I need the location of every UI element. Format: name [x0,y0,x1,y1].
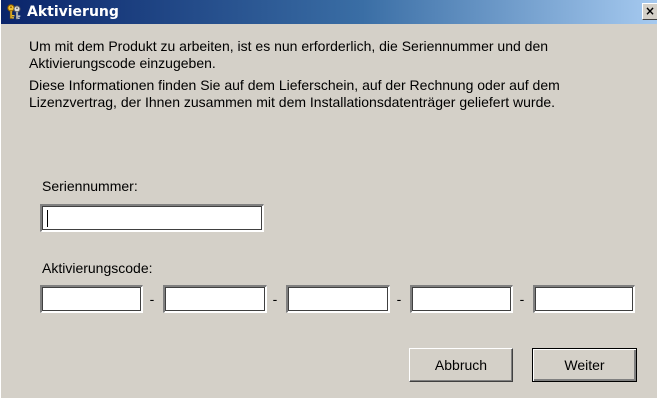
activation-code-segment-3[interactable] [286,285,390,313]
activation-code-segment-5[interactable] [533,285,635,313]
intro-text-line-4: Lizenzvertrag, der Ihnen zusammen mit de… [29,94,556,110]
activation-code-segment-2[interactable] [163,285,267,313]
keys-icon [5,3,23,21]
text-caret [47,210,48,227]
cancel-button[interactable]: Abbruch [409,348,513,382]
close-icon: × [644,4,656,18]
segment-separator: - [519,291,525,307]
intro-text-line-2: Aktivierungscode einzugeben. [29,55,216,71]
activation-dialog: Aktivierung × Um mit dem Produkt zu arbe… [0,0,657,398]
activation-code-label: Aktivierungscode: [42,260,153,276]
segment-separator: - [149,291,155,307]
close-button[interactable]: × [642,3,657,20]
next-button[interactable]: Weiter [532,348,637,382]
serial-number-label: Seriennummer: [42,178,138,194]
intro-text-line-1: Um mit dem Produkt zu arbeiten, ist es n… [29,38,549,54]
title-bar[interactable]: Aktivierung × [1,0,657,24]
serial-number-input[interactable] [40,204,264,232]
window-title: Aktivierung [27,4,119,20]
segment-separator: - [272,291,278,307]
activation-code-segment-4[interactable] [410,285,513,313]
intro-text-line-3: Diese Informationen finden Sie auf dem L… [29,77,560,93]
segment-separator: - [396,291,402,307]
activation-code-segment-1[interactable] [40,285,143,313]
